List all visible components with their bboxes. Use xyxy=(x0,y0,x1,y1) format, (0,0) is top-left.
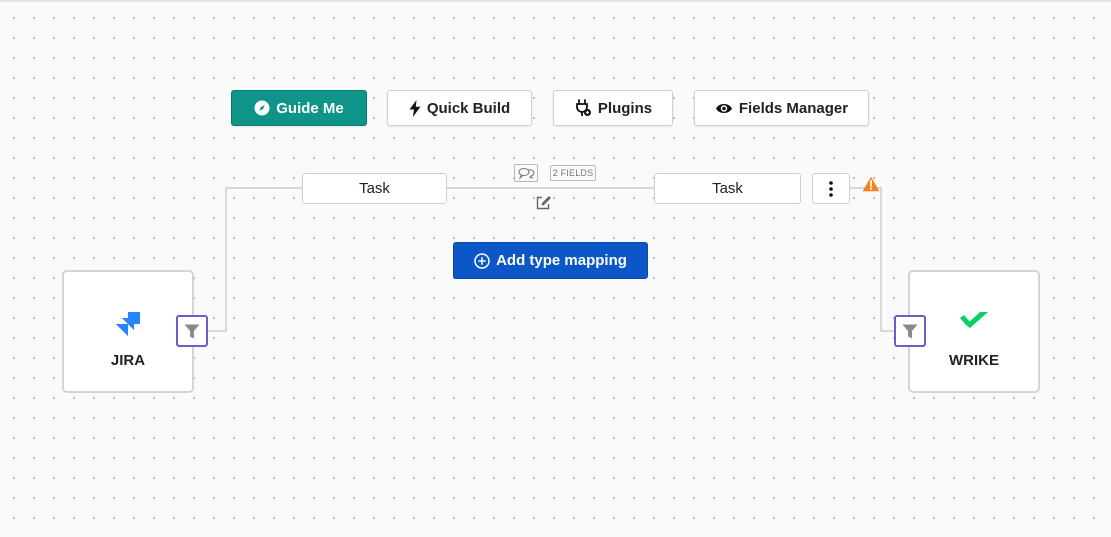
wrike-logo-icon xyxy=(960,312,988,328)
jira-app-card[interactable]: JIRA xyxy=(62,270,194,393)
right-type-label: Task xyxy=(712,180,743,197)
jira-logo-icon xyxy=(116,312,140,336)
right-type-box[interactable]: Task xyxy=(654,173,801,204)
warning-icon[interactable] xyxy=(862,176,880,192)
more-options-button[interactable] xyxy=(812,173,850,204)
guide-me-label: Guide Me xyxy=(276,99,344,117)
edit-icon[interactable] xyxy=(536,195,552,210)
bolt-icon xyxy=(409,99,421,117)
filter-icon xyxy=(902,324,918,338)
guide-me-button[interactable]: Guide Me xyxy=(231,90,367,126)
fields-manager-label: Fields Manager xyxy=(738,99,849,117)
eye-icon xyxy=(715,103,732,113)
plug-icon xyxy=(576,99,591,116)
fields-manager-button[interactable]: Fields Manager xyxy=(694,90,869,126)
top-border xyxy=(0,0,1111,2)
plugins-label: Plugins xyxy=(597,99,653,117)
chat-icon[interactable] xyxy=(514,164,538,182)
wrike-app-name: WRIKE xyxy=(949,352,999,369)
fields-count-badge[interactable]: 2 FIELDS xyxy=(550,165,596,181)
filter-icon xyxy=(184,324,200,338)
add-type-mapping-button[interactable]: Add type mapping xyxy=(453,242,648,279)
quick-build-label: Quick Build xyxy=(426,99,511,117)
compass-icon xyxy=(254,100,270,116)
fields-count-label: 2 FIELDS xyxy=(552,168,594,178)
left-type-box[interactable]: Task xyxy=(302,173,447,204)
left-type-label: Task xyxy=(359,180,390,197)
quick-build-button[interactable]: Quick Build xyxy=(387,90,532,126)
jira-app-name: JIRA xyxy=(110,352,146,369)
plugins-button[interactable]: Plugins xyxy=(553,90,673,126)
wrike-filter-button[interactable] xyxy=(894,315,926,347)
jira-filter-button[interactable] xyxy=(176,315,208,347)
wrike-app-card[interactable]: WRIKE xyxy=(908,270,1040,393)
add-type-mapping-label: Add type mapping xyxy=(496,252,627,269)
plus-circle-icon xyxy=(474,252,490,269)
vertical-dots-icon xyxy=(829,180,833,197)
